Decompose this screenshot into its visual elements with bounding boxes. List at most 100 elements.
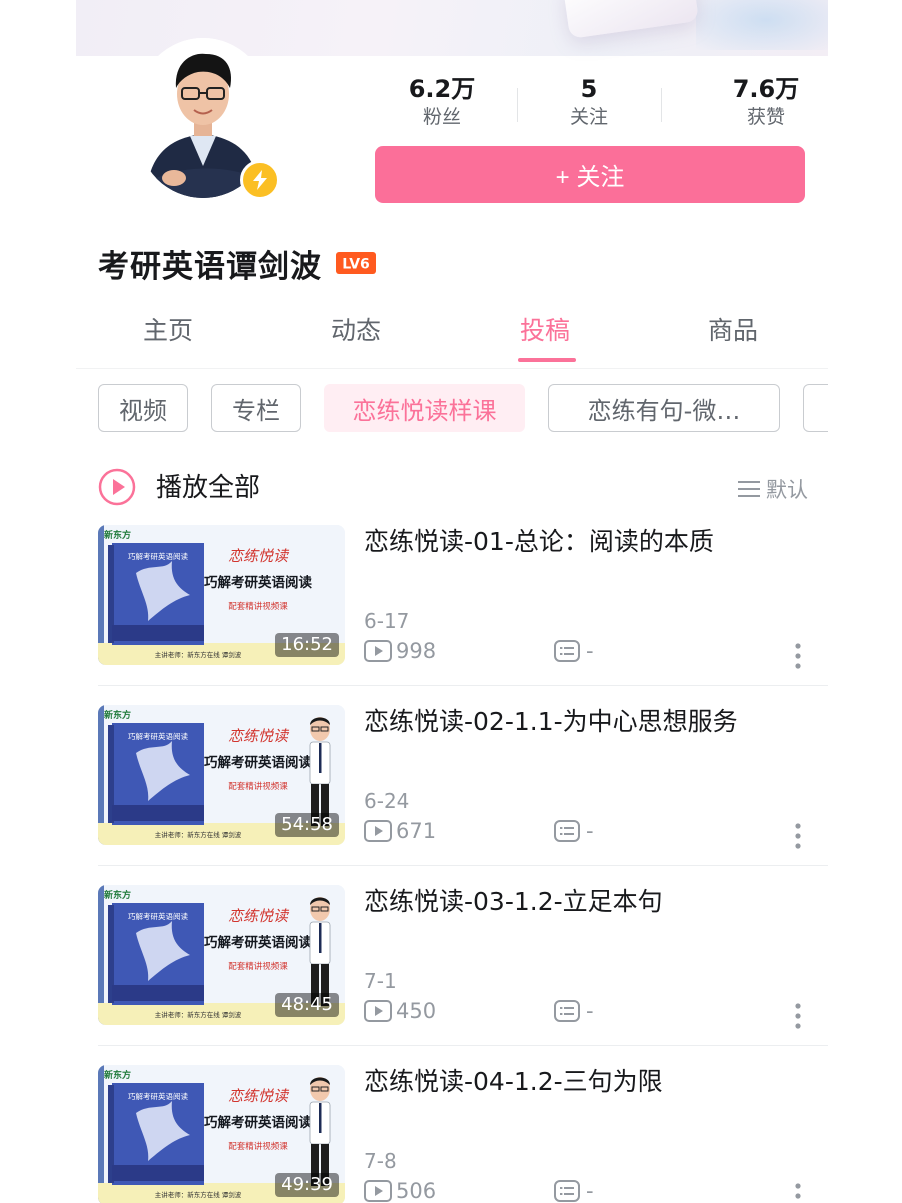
video-thumbnail[interactable]: 新东方 巧解考研英语阅读 恋练悦读 巧解考研英语阅读 配套精讲视频课 主讲老师：… (98, 525, 345, 665)
video-meta: 450 - (364, 999, 804, 1027)
play-count-icon (364, 1180, 392, 1202)
stat-following[interactable]: 5 关注 (529, 74, 649, 130)
thumb-brand: 新东方 (104, 1069, 131, 1081)
video-thumbnail[interactable]: 新东方 巧解考研英语阅读 恋练悦读 巧解考研英语阅读 配套精讲视频课 主讲老师：… (98, 1065, 345, 1203)
profile-stats: 6.2万 粉丝 5 关注 7.6万 获赞 (366, 74, 806, 134)
stat-divider (517, 88, 518, 122)
chip-more[interactable] (803, 384, 828, 432)
video-title: 恋练悦读-03-1.2-立足本句 (364, 887, 663, 916)
view-count-value: 998 (396, 639, 437, 663)
video-meta: 671 - (364, 819, 804, 847)
view-count-value: 671 (396, 819, 437, 843)
following-label: 关注 (569, 106, 608, 128)
video-item[interactable]: 新东方 巧解考研英语阅读 恋练悦读 巧解考研英语阅读 配套精讲视频课 主讲老师：… (98, 705, 828, 885)
danmaku-icon (554, 1000, 580, 1022)
follow-button[interactable]: + 关注 (375, 146, 805, 203)
video-duration: 49:39 (275, 1173, 339, 1197)
thumb-subtitle: 配套精讲视频课 (228, 1141, 288, 1152)
thumb-book-cover-title: 巧解考研英语阅读 (128, 911, 188, 921)
video-date: 6-17 (364, 609, 410, 633)
thumb-book-title: 巧解考研英语阅读 (204, 574, 312, 591)
thumb-brand: 新东方 (104, 529, 131, 541)
divider (98, 1045, 828, 1046)
thumb-subtitle: 配套精讲视频课 (228, 781, 288, 792)
sort-label: 默认 (766, 478, 808, 502)
level-badge-icon: LV6 (336, 252, 376, 274)
sort-list-icon (738, 481, 760, 497)
view-count-value: 450 (396, 999, 437, 1023)
video-date: 7-8 (364, 1149, 397, 1173)
category-chips: 视频 专栏 恋练悦读样课 恋练有句-微… (98, 384, 828, 434)
video-item[interactable]: 新东方 巧解考研英语阅读 恋练悦读 巧解考研英语阅读 配套精讲视频课 主讲老师：… (98, 1065, 828, 1203)
danmaku-icon (554, 820, 580, 842)
stat-followers[interactable]: 6.2万 粉丝 (382, 74, 502, 130)
chip-column[interactable]: 专栏 (211, 384, 301, 432)
tab-shop[interactable]: 商品 (673, 308, 793, 354)
stat-divider (661, 88, 662, 122)
verified-lightning-icon (240, 160, 280, 200)
tab-home[interactable]: 主页 (108, 308, 228, 354)
danmaku-count: - (554, 999, 594, 1023)
video-title: 恋练悦读-01-总论：阅读的本质 (364, 527, 714, 556)
thumb-series-logo: 恋练悦读 (228, 1087, 290, 1105)
thumb-book-title: 巧解考研英语阅读 (204, 1114, 312, 1131)
thumb-series-logo: 恋练悦读 (228, 547, 290, 565)
thumb-lecturer: 主讲老师：新东方在线 谭剑波 (155, 1010, 242, 1019)
danmaku-count-value: - (586, 999, 594, 1023)
thumb-subtitle: 配套精讲视频课 (228, 601, 288, 612)
tab-uploads[interactable]: 投稿 (485, 308, 605, 354)
danmaku-count: - (554, 639, 594, 663)
more-options-icon[interactable] (790, 1001, 806, 1031)
video-date: 6-24 (364, 789, 410, 813)
video-thumbnail[interactable]: 新东方 巧解考研英语阅读 恋练悦读 巧解考研英语阅读 配套精讲视频课 主讲老师：… (98, 885, 345, 1025)
profile-name: 考研英语谭剑波 (98, 248, 322, 285)
video-meta: 998 - (364, 639, 804, 667)
video-meta: 506 - (364, 1179, 804, 1203)
thumb-lecturer: 主讲老师：新东方在线 谭剑波 (155, 650, 242, 659)
level-badge-text: LV6 (342, 257, 370, 273)
followers-count: 6.2万 (408, 75, 476, 103)
thumb-series-logo: 恋练悦读 (228, 727, 290, 745)
danmaku-count-value: - (586, 819, 594, 843)
video-duration: 54:58 (275, 813, 339, 837)
view-count-value: 506 (396, 1179, 437, 1203)
play-all-label: 播放全部 (156, 473, 261, 503)
stat-likes[interactable]: 7.6万 获赞 (706, 74, 826, 130)
profile-name-row: 考研英语谭剑波 LV6 (98, 238, 376, 288)
view-count: 671 (364, 819, 436, 843)
thumb-lecturer: 主讲老师：新东方在线 谭剑波 (155, 1190, 242, 1199)
play-all-row[interactable]: 播放全部 默认 (98, 464, 808, 510)
thumb-subtitle: 配套精讲视频课 (228, 961, 288, 972)
divider (98, 685, 828, 686)
tab-active-indicator (518, 358, 576, 362)
thumb-book-title: 巧解考研英语阅读 (204, 934, 312, 951)
more-options-icon[interactable] (790, 641, 806, 671)
play-circle-icon (98, 468, 136, 510)
video-item[interactable]: 新东方 巧解考研英语阅读 恋练悦读 巧解考研英语阅读 配套精讲视频课 主讲老师：… (98, 885, 828, 1065)
video-date: 7-1 (364, 969, 397, 993)
video-thumbnail[interactable]: 新东方 巧解考研英语阅读 恋练悦读 巧解考研英语阅读 配套精讲视频课 主讲老师：… (98, 705, 345, 845)
chip-series[interactable]: 恋练有句-微… (548, 384, 780, 432)
likes-label: 获赞 (746, 106, 785, 128)
danmaku-count: - (554, 819, 594, 843)
sort-button[interactable]: 默认 (738, 474, 808, 504)
video-item[interactable]: 新东方 巧解考研英语阅读 恋练悦读 巧解考研英语阅读 配套精讲视频课 主讲老师：… (98, 525, 828, 705)
danmaku-icon (554, 1180, 580, 1202)
tab-dynamic[interactable]: 动态 (296, 308, 416, 354)
thumb-book-cover-title: 巧解考研英语阅读 (128, 1091, 188, 1101)
danmaku-count: - (554, 1179, 594, 1203)
profile-tabs: 主页 动态 投稿 商品 (76, 308, 828, 368)
thumb-book-cover-title: 巧解考研英语阅读 (128, 551, 188, 561)
video-title: 恋练悦读-04-1.2-三句为限 (364, 1067, 663, 1096)
more-options-icon[interactable] (790, 1181, 806, 1203)
video-duration: 48:45 (275, 993, 339, 1017)
chip-video[interactable]: 视频 (98, 384, 188, 432)
thumb-lecturer: 主讲老师：新东方在线 谭剑波 (155, 830, 242, 839)
play-count-icon (364, 1000, 392, 1022)
chip-sample-course[interactable]: 恋练悦读样课 (324, 384, 525, 432)
more-options-icon[interactable] (790, 821, 806, 851)
thumb-brand: 新东方 (104, 709, 131, 721)
thumb-series-logo: 恋练悦读 (228, 907, 290, 925)
followers-label: 粉丝 (422, 106, 461, 128)
thumb-book-title: 巧解考研英语阅读 (204, 754, 312, 771)
